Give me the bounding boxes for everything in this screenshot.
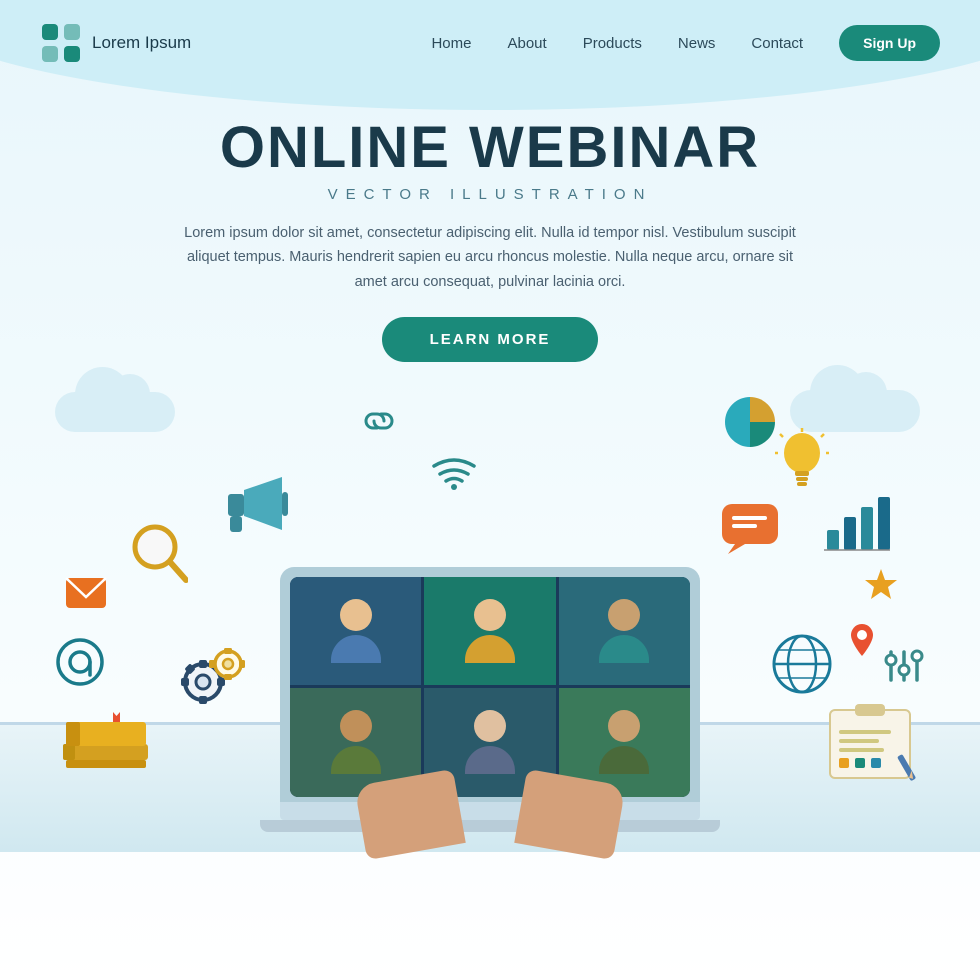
logo-icon [40,22,82,64]
hand-left [354,769,466,860]
nav-contact[interactable]: Contact [751,35,803,52]
learn-more-button[interactable]: LEARN MORE [382,317,599,362]
nav-about[interactable]: About [507,35,546,52]
video-cell-1 [290,577,421,686]
nav-home[interactable]: Home [431,35,471,52]
sliders-icon [883,642,925,690]
clipboard-icon [825,702,920,782]
logo-text: Lorem Ipsum [92,33,191,53]
bar-chart-icon [822,492,890,557]
location-pin-icon [849,622,875,658]
hand-right [514,769,626,860]
wifi-icon [430,452,478,490]
nav-links: Home About Products News Contact Sign Up [431,25,940,61]
navbar: Lorem Ipsum Home About Products News Con… [0,0,980,86]
chain-icon [360,402,398,440]
lightbulb-icon [775,427,830,492]
hands [330,752,650,852]
at-sign-icon [55,637,105,687]
illustration-area [0,372,980,852]
gears-icon [165,642,250,717]
cloud-right [790,390,920,432]
signup-button[interactable]: Sign Up [839,25,940,61]
globe-icon [770,632,835,697]
megaphone-icon [220,472,290,537]
chat-bubble-icon [720,502,780,554]
pie-chart-icon [720,392,780,452]
book-icon [58,702,153,772]
email-icon [65,577,107,609]
magnifier-icon [130,522,188,587]
hero-title: ONLINE WEBINAR [60,116,920,180]
hero-section: ONLINE WEBINAR VECTOR ILLUSTRATION Lorem… [0,86,980,362]
hero-description: Lorem ipsum dolor sit amet, consectetur … [180,221,800,295]
nav-news[interactable]: News [678,35,716,52]
page-wrapper: Lorem Ipsum Home About Products News Con… [0,0,980,980]
logo: Lorem Ipsum [40,22,191,64]
star-icon [862,567,900,603]
video-cell-2 [424,577,555,686]
hero-subtitle: VECTOR ILLUSTRATION [60,186,920,203]
video-cell-3 [559,577,690,686]
cloud-left [55,392,175,432]
nav-products[interactable]: Products [583,35,642,52]
